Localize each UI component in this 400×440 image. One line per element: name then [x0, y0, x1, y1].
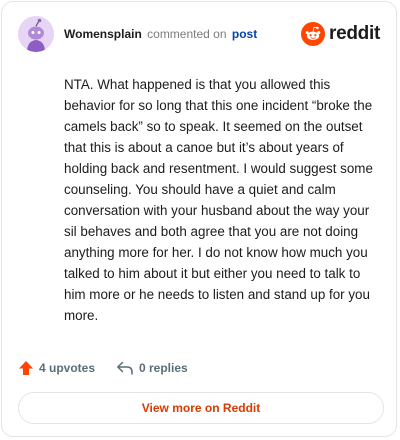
post-link[interactable]: post	[232, 27, 257, 41]
comment-body: NTA. What happened is that you allowed t…	[64, 77, 373, 323]
reply-button[interactable]: 0 replies	[116, 358, 188, 378]
commented-on-label: commented on	[147, 27, 227, 41]
upvote-button[interactable]: 4 upvotes	[18, 358, 95, 378]
author-line: Womensplain commented on post	[64, 27, 257, 41]
upvote-count: 4 upvotes	[39, 361, 96, 375]
comment-header: Womensplain commented on post reddit	[18, 16, 380, 52]
reddit-logo-icon	[301, 22, 326, 46]
snoo-avatar-icon[interactable]	[18, 16, 54, 52]
view-more-on-reddit-button[interactable]: View more on Reddit	[18, 392, 384, 424]
upvote-arrow-icon	[19, 361, 33, 375]
view-more-label: View more on Reddit	[141, 401, 261, 415]
author-name[interactable]: Womensplain	[64, 27, 142, 41]
reddit-brand[interactable]: reddit	[301, 21, 380, 47]
comment-embed-card: Womensplain commented on post reddit NTA…	[1, 1, 397, 437]
comment-actions: 4 upvotes 0 replies	[18, 358, 378, 378]
reply-arrow-icon	[117, 361, 133, 375]
reddit-wordmark: reddit	[329, 23, 380, 44]
reply-count: 0 replies	[139, 361, 188, 375]
